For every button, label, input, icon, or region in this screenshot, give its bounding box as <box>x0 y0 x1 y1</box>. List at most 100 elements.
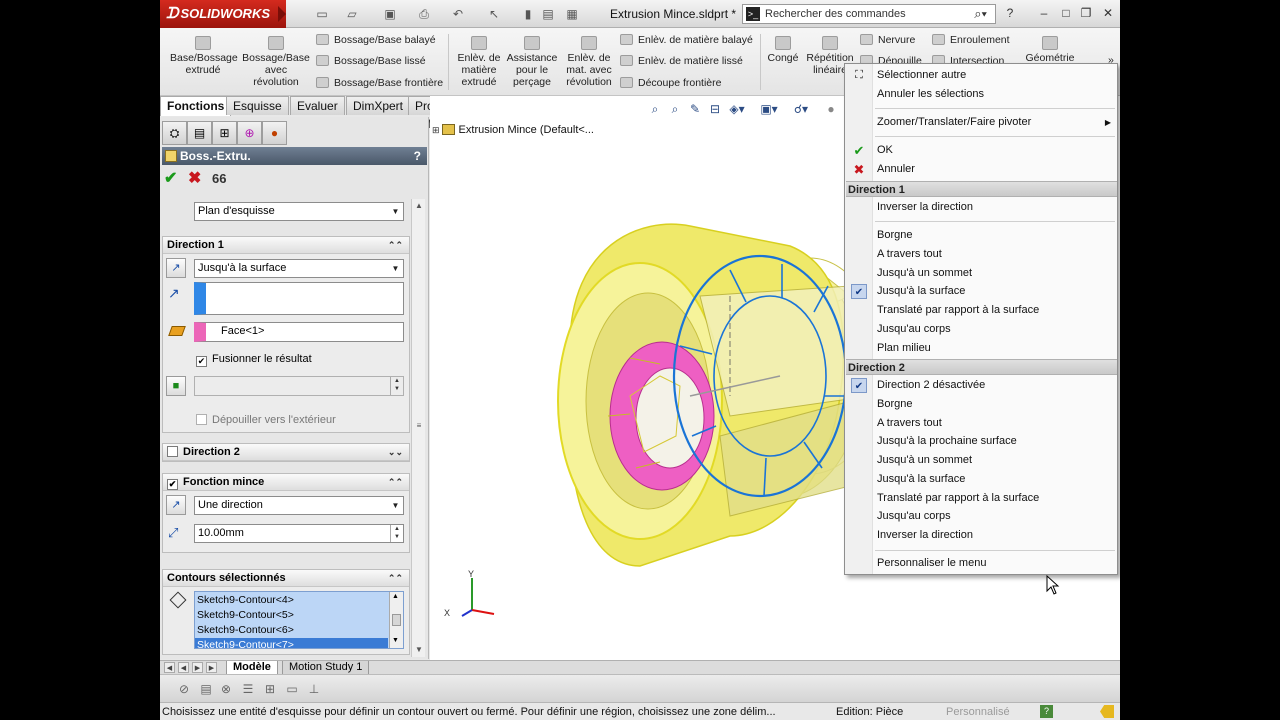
feature-tree-node[interactable]: ⊞ Extrusion Mince (Default<... <box>432 124 594 136</box>
menu-item-up-to-surface[interactable]: ✔ Jusqu'à la surface <box>845 282 1117 301</box>
checkbox-unchecked-icon[interactable] <box>167 446 178 457</box>
save-icon[interactable]: ▣ <box>382 6 398 22</box>
search-icon[interactable]: ⌕▾ <box>974 6 987 22</box>
rebuild-icon[interactable]: ▮ <box>520 6 536 22</box>
face-selection-field[interactable]: Face<1> <box>194 322 404 342</box>
draft-angle-field[interactable]: ▲ ▼ <box>194 376 404 396</box>
menu-item-dir2-up-to-vertex[interactable]: Jusqu'à un sommet <box>845 451 1117 470</box>
extruded-cut-button[interactable]: Enlèv. de matière extrudé <box>454 36 504 88</box>
list-item-selected[interactable]: Sketch9-Contour<7> <box>195 638 388 648</box>
select-icon[interactable]: ↖ <box>486 6 502 22</box>
hide-show-items-icon[interactable]: ☌▾ <box>792 100 810 118</box>
reference-geometry-button[interactable]: Géométrie <box>1018 36 1082 64</box>
hole-wizard-button[interactable]: Assistance pour le perçage <box>506 36 558 88</box>
ok-icon[interactable]: ✔ <box>164 169 177 189</box>
menu-item-reverse-direction[interactable]: Inverser la direction <box>845 198 1117 217</box>
menu-item-ok[interactable]: ✔ OK <box>845 141 1117 160</box>
section-view-icon[interactable]: ⊟ <box>706 100 724 118</box>
spin-arrows-icon[interactable]: ▲ ▼ <box>390 525 403 542</box>
extruded-boss-button[interactable]: Base/Bossage extrudé <box>170 36 238 76</box>
zoom-to-area-icon[interactable]: ⌕ <box>666 100 684 118</box>
list-scrollbar[interactable]: ▲ ▼ <box>389 592 403 648</box>
dimxpert-manager-tab-icon[interactable]: ⊕ <box>237 121 262 145</box>
selected-contours-header[interactable]: Contours sélectionnés ⌃⌃ <box>163 570 409 587</box>
scroll-splitter-icon[interactable]: ≡ <box>414 421 424 431</box>
open-icon[interactable]: ▱ <box>344 6 360 22</box>
collapse-icon[interactable]: ⌃⌃ <box>388 474 403 491</box>
menu-item-dir2-through-all[interactable]: A travers tout <box>845 414 1117 433</box>
end-condition-combo[interactable]: Jusqu'à la surface ▼ <box>194 259 404 278</box>
tab-dimxpert[interactable]: DimXpert <box>346 96 411 115</box>
direction-vector-field[interactable] <box>194 282 404 315</box>
menu-item-dir2-reverse[interactable]: Inverser la direction <box>845 526 1117 545</box>
swept-cut-button[interactable]: Enlèv. de matière balayé <box>620 34 753 46</box>
thin-type-combo[interactable]: Une direction ▼ <box>194 496 404 515</box>
prev-tab-icon[interactable]: ◀ <box>178 662 189 673</box>
boundary-boss-button[interactable]: Bossage/Base frontière <box>316 77 443 89</box>
table-tool-icon[interactable]: ☰ <box>240 681 256 697</box>
file-properties-icon[interactable]: ▤ <box>540 6 556 22</box>
thin-reverse-direction-icon[interactable]: ↗ <box>166 495 186 515</box>
customize-status[interactable]: Personnalisé <box>946 703 1010 720</box>
print-icon[interactable]: ⎙ <box>416 6 432 22</box>
draft-angle-icon[interactable]: ■ <box>166 376 186 396</box>
feature-manager-tab-icon[interactable]: ⛭ <box>162 121 187 145</box>
direction1-header[interactable]: Direction 1 ⌃⌃ <box>163 237 409 254</box>
reverse-direction-icon[interactable]: ↗ <box>166 258 186 278</box>
revolved-cut-button[interactable]: Enlèv. de mat. avec révolution <box>560 36 618 88</box>
list-item[interactable]: Sketch9-Contour<4> <box>197 593 294 608</box>
menu-item-offset-from-surface[interactable]: Translaté par rapport à la surface <box>845 301 1117 320</box>
configuration-manager-tab-icon[interactable]: ⊞ <box>212 121 237 145</box>
property-manager-tab-icon[interactable]: ▤ <box>187 121 212 145</box>
next-tab-icon[interactable]: ▶ <box>192 662 203 673</box>
menu-item-mid-plane[interactable]: Plan milieu <box>845 339 1117 358</box>
solidworks-logo[interactable]: ᗪ SOLIDWORKS <box>160 0 286 28</box>
new-document-icon[interactable]: ▭ <box>314 6 330 22</box>
menu-item-dir2-up-to-body[interactable]: Jusqu'au corps <box>845 507 1117 526</box>
display-style-icon[interactable]: ▣▾ <box>760 100 778 118</box>
restore-button[interactable]: ❐ <box>1078 5 1094 21</box>
menu-item-dir2-up-to-surface[interactable]: Jusqu'à la surface <box>845 470 1117 489</box>
layer-tool-icon[interactable]: ▤ <box>198 681 214 697</box>
tab-sketch[interactable]: Esquisse <box>226 96 289 115</box>
options-icon[interactable]: ▦ <box>564 6 580 22</box>
maximize-button[interactable]: □ <box>1058 5 1074 21</box>
sheet-tool-icon[interactable]: ▭ <box>284 681 300 697</box>
dimension-tool-icon[interactable]: ⊗ <box>218 681 234 697</box>
menu-item-clear-selections[interactable]: Annuler les sélections <box>845 85 1117 104</box>
menu-item-dir2-blind[interactable]: Borgne <box>845 395 1117 414</box>
menu-item-dir2-offset-from-surface[interactable]: Translaté par rapport à la surface <box>845 489 1117 508</box>
scroll-up-icon[interactable]: ▲ <box>414 201 424 211</box>
scroll-down-icon[interactable]: ▼ <box>392 637 399 644</box>
list-item[interactable]: Sketch9-Contour<6> <box>197 623 294 638</box>
menu-item-up-to-body[interactable]: Jusqu'au corps <box>845 320 1117 339</box>
direction2-header[interactable]: Direction 2 ⌄⌄ <box>163 444 409 461</box>
expand-tree-icon[interactable]: ⊞ <box>432 125 440 135</box>
swept-boss-button[interactable]: Bossage/Base balayé <box>316 34 436 46</box>
contours-list[interactable]: Sketch9-Contour<4> Sketch9-Contour<5> Sk… <box>194 591 404 649</box>
thin-feature-header[interactable]: ✔ Fonction mince ⌃⌃ <box>163 474 409 491</box>
grid-tool-icon[interactable]: ⊞ <box>262 681 278 697</box>
cancel-icon[interactable]: ✖ <box>188 169 201 189</box>
draft-outward-checkbox[interactable]: Dépouiller vers l'extérieur <box>196 414 336 426</box>
menu-item-direction2-off[interactable]: ✔ Direction 2 désactivée <box>845 376 1117 395</box>
collapse-icon[interactable]: ⌃⌃ <box>388 237 403 254</box>
tab-features[interactable]: Fonctions <box>160 96 232 116</box>
view-orientation-icon[interactable]: ◈▾ <box>728 100 746 118</box>
appearance-icon[interactable]: ● <box>822 100 840 118</box>
relation-tool-icon[interactable]: ⊥ <box>306 681 322 697</box>
menu-item-cancel[interactable]: ✖ Annuler <box>845 160 1117 179</box>
minimize-button[interactable]: – <box>1036 5 1052 21</box>
merge-result-checkbox[interactable]: ✔ Fusionner le résultat <box>196 353 312 367</box>
first-tab-icon[interactable]: ◀ <box>164 662 175 673</box>
menu-item-dir2-up-to-next[interactable]: Jusqu'à la prochaine surface <box>845 432 1117 451</box>
boundary-cut-button[interactable]: Découpe frontière <box>620 77 721 89</box>
menu-item-blind[interactable]: Borgne <box>845 226 1117 245</box>
thickness-field[interactable]: 10.00mm ▲ ▼ <box>194 524 404 543</box>
spin-arrows-icon[interactable]: ▲ ▼ <box>390 377 403 395</box>
quick-tips-icon[interactable]: ? <box>1040 705 1053 718</box>
menu-item-customize[interactable]: Personnaliser le menu <box>845 554 1117 573</box>
detailed-preview-icon[interactable]: 66 <box>212 169 226 189</box>
list-item[interactable]: Sketch9-Contour<5> <box>197 608 294 623</box>
tab-evaluate[interactable]: Evaluer <box>290 96 345 115</box>
